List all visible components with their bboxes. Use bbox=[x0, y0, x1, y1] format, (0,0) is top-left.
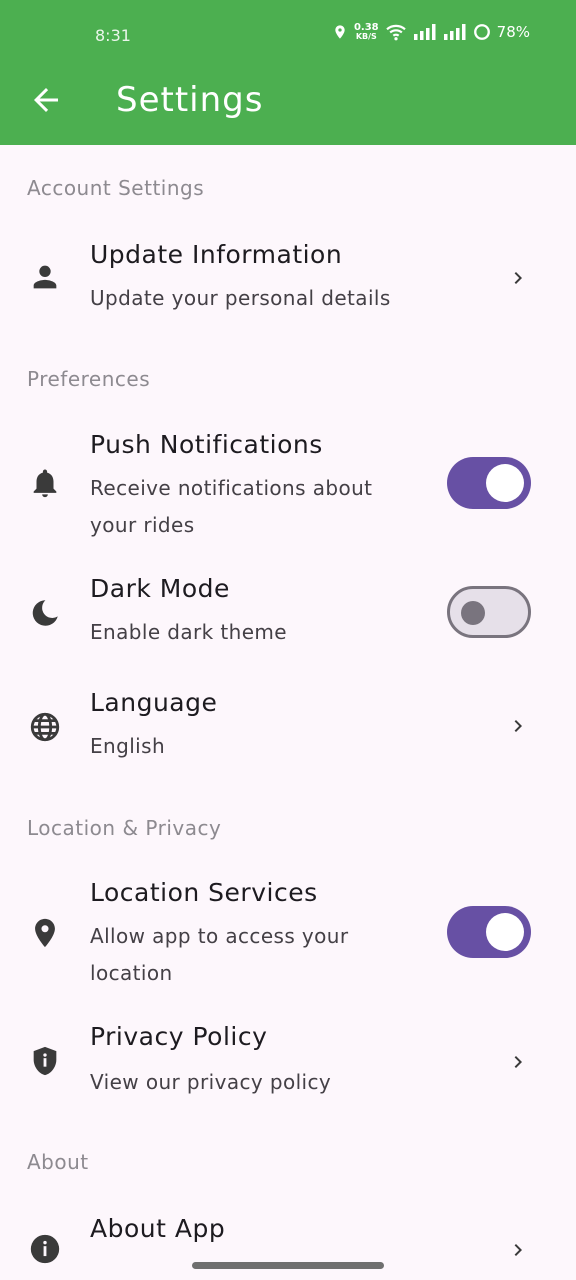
chevron-right-icon bbox=[514, 1244, 522, 1256]
item-title: Push Notifications bbox=[90, 430, 323, 459]
wifi-icon bbox=[385, 24, 406, 41]
push-notifications-toggle[interactable] bbox=[447, 457, 531, 509]
item-subtitle: English bbox=[90, 734, 166, 758]
push-notifications-item: Push Notifications Receive notifications… bbox=[0, 412, 576, 552]
item-subtitle: Receive notifications about your rides bbox=[90, 476, 373, 537]
section-about: About bbox=[27, 1150, 89, 1174]
item-subtitle: Enable dark theme bbox=[90, 620, 288, 644]
app-bar: 8:31 0.38 KB/S 78% Settings bbox=[0, 0, 576, 145]
location-pin-icon bbox=[35, 918, 55, 948]
item-title: About App bbox=[90, 1214, 226, 1243]
back-arrow-icon[interactable] bbox=[28, 82, 64, 118]
item-title: Language bbox=[90, 688, 218, 717]
page-title: Settings bbox=[116, 80, 264, 120]
item-title: Dark Mode bbox=[90, 574, 230, 603]
item-title: Privacy Policy bbox=[90, 1022, 268, 1051]
section-preferences: Preferences bbox=[27, 367, 151, 391]
toggle-knob bbox=[486, 913, 524, 951]
location-services-item: Location Services Allow app to access yo… bbox=[0, 862, 576, 1002]
battery-ring-icon bbox=[473, 24, 490, 40]
info-icon bbox=[30, 1234, 60, 1264]
moon-icon bbox=[32, 600, 58, 626]
item-subtitle: Allow app to access your location bbox=[90, 924, 349, 985]
location-status-icon bbox=[335, 25, 345, 39]
toggle-knob bbox=[486, 464, 524, 502]
item-subtitle: Update your personal details bbox=[90, 286, 391, 310]
signal-icon-2 bbox=[443, 24, 466, 40]
section-account-settings: Account Settings bbox=[27, 176, 205, 200]
status-icons: 0.38 KB/S 78% bbox=[332, 22, 530, 42]
location-services-toggle[interactable] bbox=[447, 906, 531, 958]
network-speed: 0.38 KB/S bbox=[353, 22, 379, 42]
gesture-nav-handle[interactable] bbox=[192, 1262, 384, 1269]
globe-icon bbox=[30, 712, 60, 742]
shield-icon bbox=[33, 1046, 57, 1076]
chevron-right-icon bbox=[514, 1056, 522, 1068]
update-information-item[interactable]: Update Information Update your personal … bbox=[0, 222, 576, 332]
signal-icon-1 bbox=[413, 24, 436, 40]
dark-mode-item: Dark Mode Enable dark theme bbox=[0, 560, 576, 664]
section-location-privacy: Location & Privacy bbox=[27, 816, 222, 840]
item-title: Update Information bbox=[90, 240, 343, 269]
item-title: Location Services bbox=[90, 878, 318, 907]
chevron-right-icon bbox=[514, 720, 522, 732]
dark-mode-toggle[interactable] bbox=[447, 586, 531, 638]
language-item[interactable]: Language English bbox=[0, 674, 576, 786]
toggle-knob bbox=[461, 601, 485, 625]
chevron-right-icon bbox=[514, 272, 522, 284]
bell-icon bbox=[33, 469, 57, 498]
privacy-policy-item[interactable]: Privacy Policy View our privacy policy bbox=[0, 1008, 576, 1120]
battery-level: 78% bbox=[496, 23, 530, 41]
item-subtitle: View our privacy policy bbox=[90, 1070, 332, 1094]
person-icon bbox=[33, 265, 57, 289]
status-time: 8:31 bbox=[95, 26, 131, 45]
